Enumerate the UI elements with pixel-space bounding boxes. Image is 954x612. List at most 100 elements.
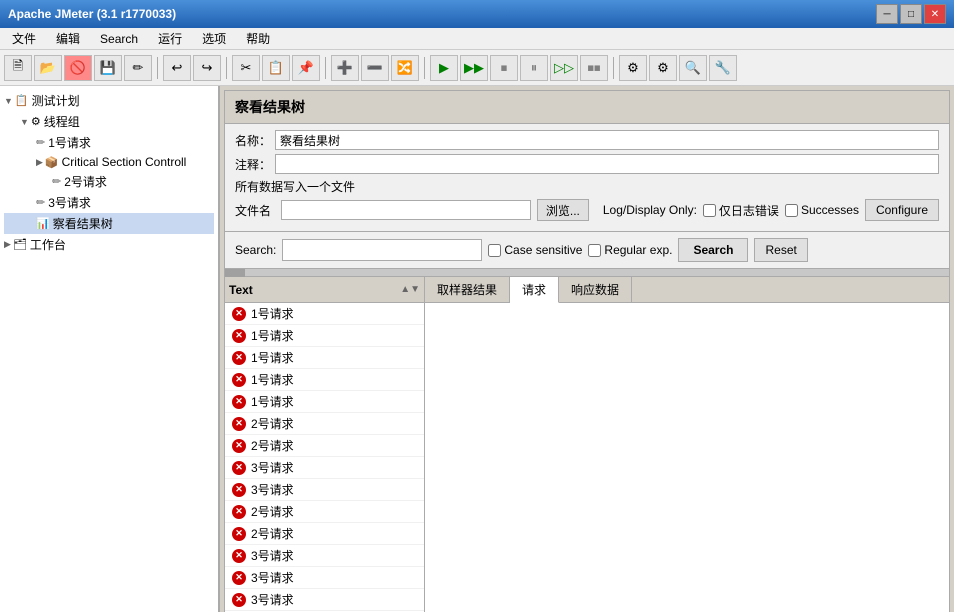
search-input[interactable]: [282, 239, 482, 261]
comment-input[interactable]: [275, 154, 939, 174]
result-list-header: Text ▲▼: [225, 277, 424, 303]
panel-title: 察看结果树: [225, 91, 949, 124]
tree-item-critical[interactable]: ▶ 📦 Critical Section Controll: [4, 153, 214, 171]
result-item[interactable]: ✕2号请求: [225, 413, 424, 435]
edit-button[interactable]: ✏: [124, 55, 152, 81]
sort-icon: ▲▼: [400, 284, 420, 295]
tree-item-thread-group[interactable]: ▼ ⚙ 线程组: [4, 111, 214, 132]
separator-2: [226, 57, 227, 79]
config1-button[interactable]: ⚙: [619, 55, 647, 81]
remote-stop-button[interactable]: ⏹⏹: [580, 55, 608, 81]
stop-button[interactable]: ⏹: [490, 55, 518, 81]
menu-run[interactable]: 运行: [150, 28, 190, 49]
tree-item-request2[interactable]: ✏ 2号请求: [4, 171, 214, 192]
regex-checkbox[interactable]: [588, 244, 601, 257]
menu-search[interactable]: Search: [92, 30, 146, 48]
file-name-input[interactable]: [281, 200, 531, 220]
successes-checkbox-group[interactable]: Successes: [785, 203, 859, 217]
error-icon: ✕: [231, 416, 247, 432]
expand-icon-3: ▶: [36, 157, 43, 168]
remote-run-button[interactable]: ▷▷: [550, 55, 578, 81]
request3-icon: ✏: [36, 196, 45, 209]
minimize-button[interactable]: ─: [876, 4, 898, 24]
expand-button[interactable]: 🔀: [391, 55, 419, 81]
result-item-label: 1号请求: [251, 327, 294, 344]
result-item[interactable]: ✕1号请求: [225, 303, 424, 325]
menu-options[interactable]: 选项: [194, 28, 234, 49]
separator-5: [613, 57, 614, 79]
case-sensitive-group[interactable]: Case sensitive: [488, 243, 582, 257]
result-item[interactable]: ✕3号请求: [225, 567, 424, 589]
tab-request[interactable]: 请求: [510, 277, 559, 303]
close-button[interactable]: ✕: [924, 4, 946, 24]
pause-button[interactable]: ⏸: [520, 55, 548, 81]
comment-row: 注释：: [235, 154, 939, 174]
tree-item-request3[interactable]: ✏ 3号请求: [4, 192, 214, 213]
reset-button[interactable]: Reset: [754, 238, 807, 262]
result-item[interactable]: ✕3号请求: [225, 545, 424, 567]
new-button[interactable]: 🗎: [4, 55, 32, 81]
search-label: Search:: [235, 243, 276, 257]
result-item[interactable]: ✕3号请求: [225, 479, 424, 501]
result-item[interactable]: ✕2号请求: [225, 435, 424, 457]
error-icon: ✕: [231, 328, 247, 344]
result-item[interactable]: ✕3号请求: [225, 589, 424, 611]
run-button[interactable]: ▶: [430, 55, 458, 81]
scroll-thumb: [225, 269, 245, 277]
left-tree-panel: ▼ 📋 测试计划 ▼ ⚙ 线程组 ✏ 1号请求 ▶ 📦 Critical Sec…: [0, 86, 220, 612]
result-item-label: 3号请求: [251, 547, 294, 564]
detail-tabs: 取样器结果 请求 响应数据: [425, 277, 949, 303]
undo-button[interactable]: ↩: [163, 55, 191, 81]
request2-icon: ✏: [52, 175, 61, 188]
search-button[interactable]: Search: [678, 238, 748, 262]
result-item-label: 2号请求: [251, 437, 294, 454]
case-sensitive-checkbox[interactable]: [488, 244, 501, 257]
results-area: Text ▲▼ ✕1号请求✕1号请求✕1号请求✕1号请求✕1号请求✕2号请求✕2…: [225, 277, 949, 612]
menu-help[interactable]: 帮助: [238, 28, 278, 49]
save-button[interactable]: 💾: [94, 55, 122, 81]
cut-button[interactable]: ✂: [232, 55, 260, 81]
result-list[interactable]: ✕1号请求✕1号请求✕1号请求✕1号请求✕1号请求✕2号请求✕2号请求✕3号请求…: [225, 303, 424, 612]
error-icon: ✕: [231, 482, 247, 498]
redo-button[interactable]: ↪: [193, 55, 221, 81]
log-errors-checkbox[interactable]: [703, 204, 716, 217]
menu-edit[interactable]: 编辑: [48, 28, 88, 49]
right-panel: 察看结果树 名称： 注释： 所有数据写入一个文件: [220, 86, 954, 612]
tab-sampler-result[interactable]: 取样器结果: [425, 277, 510, 302]
result-item[interactable]: ✕1号请求: [225, 325, 424, 347]
search-toolbar-button[interactable]: 🔍: [679, 55, 707, 81]
result-item[interactable]: ✕1号请求: [225, 369, 424, 391]
regex-group[interactable]: Regular exp.: [588, 243, 672, 257]
tree-item-workbench[interactable]: ▶ 🗂 工作台: [4, 234, 214, 255]
configure-button[interactable]: Configure: [865, 199, 939, 221]
menu-file[interactable]: 文件: [4, 28, 44, 49]
tab-response-data[interactable]: 响应数据: [559, 277, 632, 302]
title-bar: Apache JMeter (3.1 r1770033) ─ □ ✕: [0, 0, 954, 28]
browse-button[interactable]: 浏览...: [537, 199, 589, 221]
log-errors-checkbox-group[interactable]: 仅日志错误: [703, 202, 779, 219]
horizontal-scrollbar[interactable]: [225, 269, 949, 277]
error-icon: ✕: [231, 548, 247, 564]
result-item[interactable]: ✕2号请求: [225, 501, 424, 523]
settings-button[interactable]: 🔧: [709, 55, 737, 81]
result-item[interactable]: ✕3号请求: [225, 457, 424, 479]
tree-item-request1[interactable]: ✏ 1号请求: [4, 132, 214, 153]
successes-checkbox[interactable]: [785, 204, 798, 217]
run-all-button[interactable]: ▶▶: [460, 55, 488, 81]
separator-1: [157, 57, 158, 79]
maximize-button[interactable]: □: [900, 4, 922, 24]
config2-button[interactable]: ⚙: [649, 55, 677, 81]
open-button[interactable]: 📂: [34, 55, 62, 81]
result-item[interactable]: ✕1号请求: [225, 347, 424, 369]
tree-item-result-tree[interactable]: 📊 察看结果树: [4, 213, 214, 234]
result-item[interactable]: ✕2号请求: [225, 523, 424, 545]
name-input[interactable]: [275, 130, 939, 150]
result-item[interactable]: ✕1号请求: [225, 391, 424, 413]
tree-item-test-plan[interactable]: ▼ 📋 测试计划: [4, 90, 214, 111]
copy-button[interactable]: 📋: [262, 55, 290, 81]
save-template-button[interactable]: 🚫: [64, 55, 92, 81]
test-plan-icon: 📋: [15, 94, 29, 107]
remove-button[interactable]: ➖: [361, 55, 389, 81]
add-button[interactable]: ➕: [331, 55, 359, 81]
paste-button[interactable]: 📌: [292, 55, 320, 81]
